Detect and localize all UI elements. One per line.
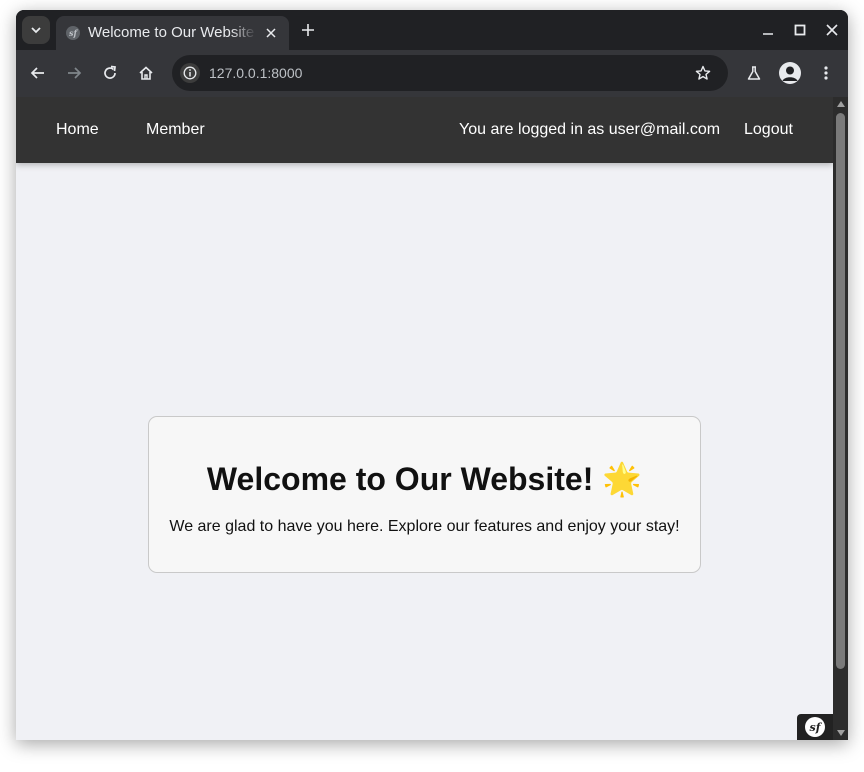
triangle-down-icon	[836, 730, 845, 736]
vertical-scrollbar[interactable]	[833, 97, 848, 740]
scroll-down-arrow[interactable]	[833, 726, 848, 740]
back-arrow-icon	[30, 67, 44, 79]
reload-button[interactable]	[99, 62, 121, 84]
scrollbar-thumb[interactable]	[836, 113, 845, 669]
site-navbar: Home Member You are logged in as user@ma…	[16, 97, 833, 163]
home-button[interactable]	[135, 62, 157, 84]
address-bar[interactable]: 127.0.0.1:8000	[172, 55, 728, 91]
browser-toolbar: 127.0.0.1:8000	[16, 50, 848, 97]
maximize-button[interactable]	[790, 20, 810, 40]
close-icon	[266, 28, 276, 38]
nav-logout-link[interactable]: Logout	[744, 121, 793, 139]
tab-favicon-icon: sf	[66, 26, 80, 40]
plus-icon	[302, 24, 314, 36]
welcome-heading: Welcome to Our Website! 🌟	[206, 461, 643, 497]
profile-button[interactable]	[779, 62, 801, 84]
info-icon	[183, 66, 197, 80]
scroll-up-arrow[interactable]	[833, 97, 848, 111]
new-tab-button[interactable]	[298, 20, 318, 40]
minimize-icon	[763, 33, 773, 35]
triangle-up-icon	[836, 101, 845, 107]
profile-icon	[782, 66, 798, 81]
nav-home-link[interactable]: Home	[56, 121, 99, 139]
tab-strip: sf Welcome to Our Website	[16, 10, 848, 50]
site-info-button[interactable]	[180, 63, 200, 83]
tab-close-button[interactable]	[262, 24, 280, 42]
labs-flask-icon	[747, 66, 761, 80]
page-viewport: Home Member You are logged in as user@ma…	[16, 97, 848, 740]
bookmark-button[interactable]	[693, 63, 713, 83]
symfony-logo-icon: sf	[805, 717, 825, 737]
tab-search-button[interactable]	[22, 16, 50, 44]
forward-button[interactable]	[63, 62, 85, 84]
url-text[interactable]: 127.0.0.1:8000	[209, 64, 302, 82]
forward-arrow-icon	[68, 67, 82, 79]
labs-button[interactable]	[743, 62, 765, 84]
tab-title: Welcome to Our Website	[88, 24, 255, 41]
tab-search-icon	[31, 27, 41, 34]
browser-window: sf Welcome to Our Website 127.0.0.1:8000…	[16, 10, 848, 740]
reload-icon	[104, 65, 116, 79]
logged-in-status: You are logged in as user@mail.com	[459, 121, 721, 138]
welcome-text: We are glad to have you here. Explore ou…	[169, 518, 680, 535]
welcome-card: Welcome to Our Website! 🌟 We are glad to…	[148, 416, 701, 573]
window-close-button[interactable]	[822, 20, 842, 40]
more-vert-icon	[824, 66, 828, 80]
nav-member-link[interactable]: Member	[146, 121, 205, 139]
symfony-debug-toolbar-button[interactable]: sf	[797, 714, 833, 740]
browser-tab[interactable]: sf Welcome to Our Website	[56, 16, 289, 50]
star-icon	[695, 65, 711, 80]
maximize-icon	[794, 24, 806, 36]
menu-button[interactable]	[815, 62, 837, 84]
minimize-button[interactable]	[758, 20, 778, 40]
back-button[interactable]	[27, 62, 49, 84]
home-icon	[139, 66, 153, 80]
window-close-icon	[826, 24, 838, 36]
